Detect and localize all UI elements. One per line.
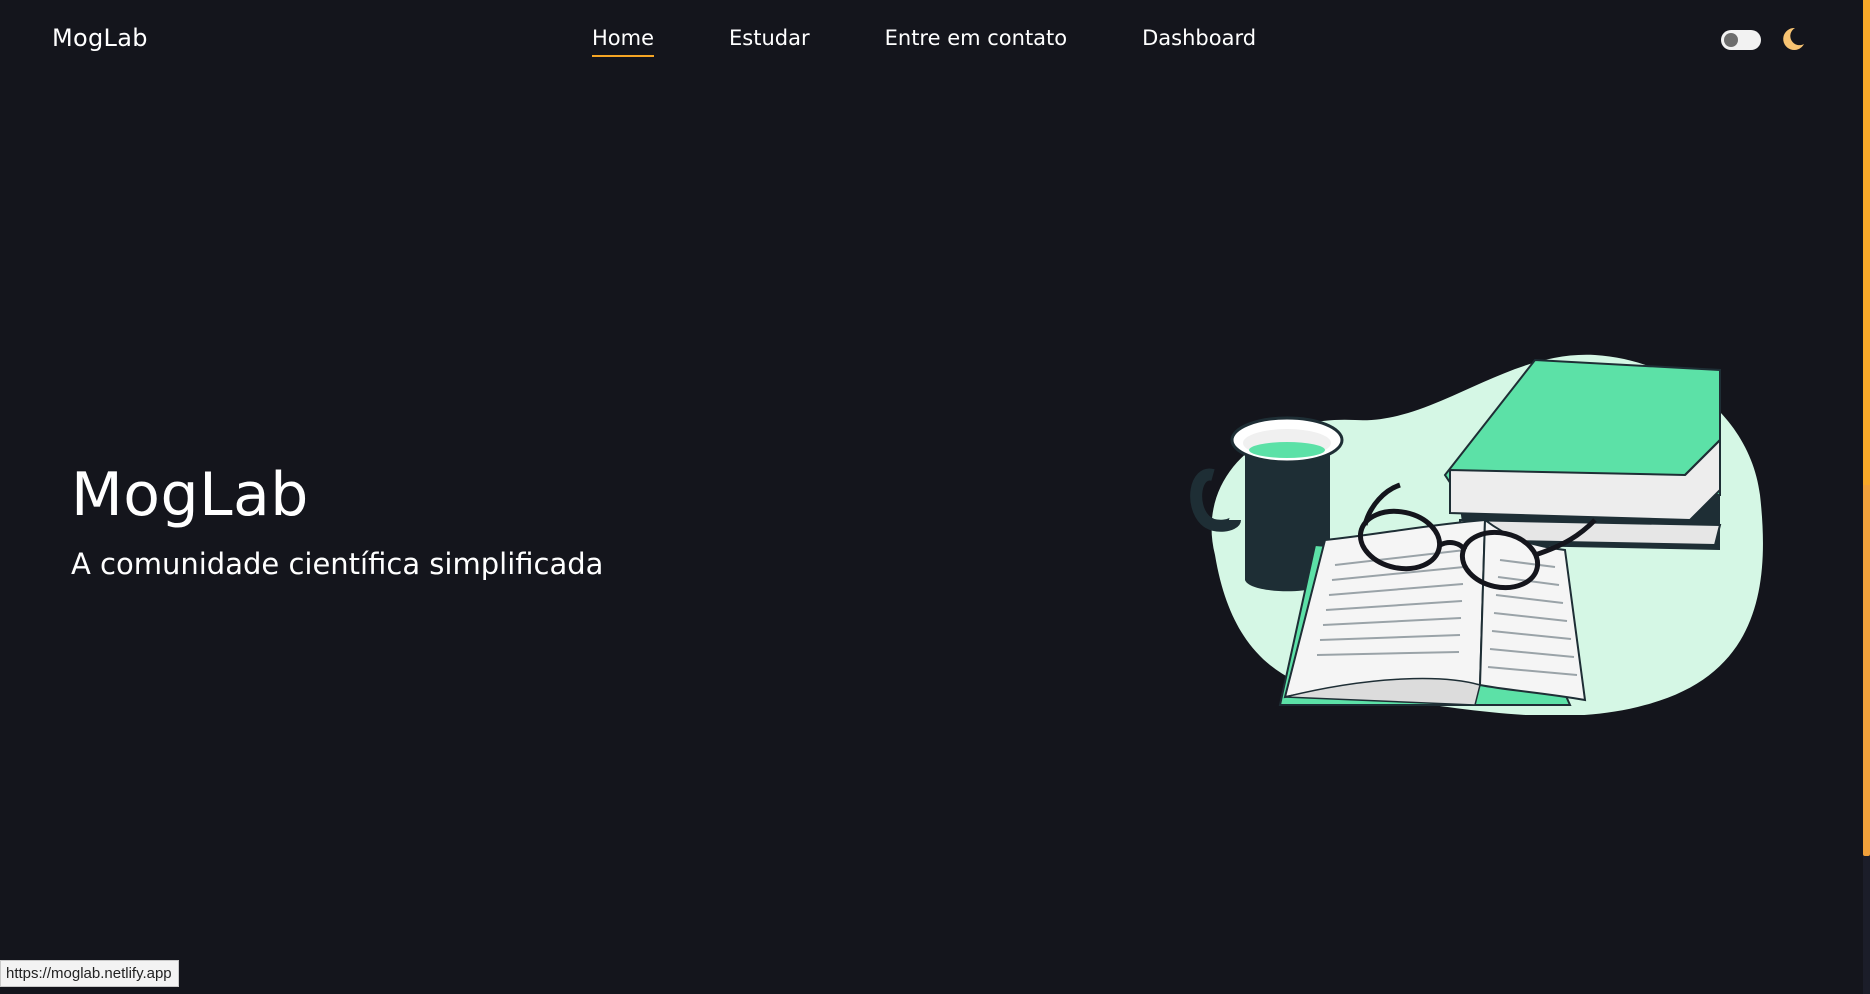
- theme-toggle[interactable]: [1721, 30, 1761, 50]
- logo-link[interactable]: MogLab: [52, 24, 148, 52]
- status-bar-url: https://moglab.netlify.app: [0, 960, 179, 987]
- nav-link-estudar[interactable]: Estudar: [729, 26, 810, 54]
- page: MogLab Home Estudar Entre em contato Das…: [0, 0, 1870, 994]
- moon-icon[interactable]: [1778, 25, 1806, 53]
- nav-link-dashboard[interactable]: Dashboard: [1142, 26, 1256, 54]
- hero-title: MogLab: [71, 460, 309, 530]
- books-coffee-glasses-illustration: [1190, 354, 1763, 715]
- nav-link-home[interactable]: Home: [592, 26, 655, 57]
- scrollbar-thumb-cap: [1863, 0, 1870, 485]
- hero-subtitle: A comunidade científica simplificada: [71, 547, 604, 581]
- scrollbar-thumb[interactable]: [1863, 0, 1870, 856]
- open-book-illustration: [1278, 518, 1587, 706]
- main-nav: Home Estudar Entre em contato Dashboard: [592, 26, 1256, 57]
- nav-link-contato[interactable]: Entre em contato: [885, 26, 1068, 54]
- toggle-knob: [1724, 33, 1738, 47]
